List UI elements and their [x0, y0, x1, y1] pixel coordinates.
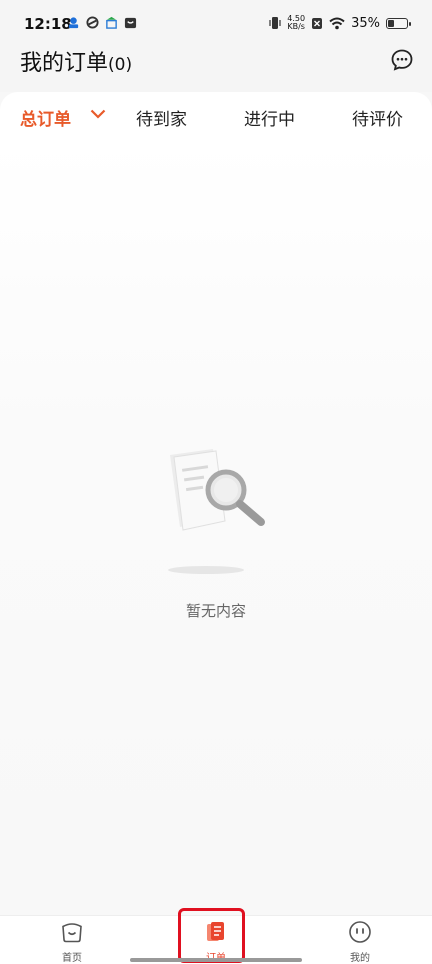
- sim-off-icon: [312, 17, 323, 29]
- bag-app-icon: [124, 17, 137, 29]
- battery-percent: 35%: [351, 15, 380, 31]
- page-title: 我的订单(0): [20, 45, 132, 77]
- page-header: 我的订单(0): [0, 40, 432, 92]
- order-tabs: 总订单 待到家 进行中 待评价: [0, 92, 432, 140]
- battery-level-fill: [388, 19, 394, 27]
- net-speed-unit: KB/s: [287, 22, 305, 31]
- chat-bubble-icon[interactable]: [390, 48, 414, 72]
- tab-all-orders[interactable]: 总订单: [20, 105, 71, 130]
- profile-face-icon: [349, 921, 371, 943]
- store-app-icon: [106, 16, 117, 29]
- status-system-icons: 4.50 KB/s 35%: [269, 15, 411, 31]
- orders-tab-highlight: [178, 908, 245, 963]
- nav-profile[interactable]: 我的: [330, 920, 390, 964]
- wifi-icon: [329, 17, 345, 29]
- document-search-icon: [168, 449, 265, 574]
- chevron-down-icon[interactable]: [90, 109, 106, 119]
- tab-in-progress[interactable]: 进行中: [244, 105, 295, 130]
- order-count: (0): [108, 55, 133, 75]
- sync-app-icon: [86, 16, 99, 29]
- tab-pending-delivery[interactable]: 待到家: [136, 105, 187, 130]
- vibrate-icon: [269, 17, 281, 29]
- page-title-text: 我的订单: [20, 51, 109, 76]
- home-bag-icon: [62, 923, 82, 943]
- nav-profile-label: 我的: [350, 953, 370, 964]
- tab-pending-review[interactable]: 待评价: [352, 105, 403, 130]
- home-indicator[interactable]: [130, 958, 302, 962]
- nav-home-label: 首页: [62, 953, 82, 964]
- notification-app-icon: [68, 17, 79, 29]
- status-time: 12:18: [24, 15, 72, 33]
- nav-home[interactable]: 首页: [42, 920, 102, 964]
- battery-icon: [386, 17, 411, 29]
- status-notification-icons: [67, 16, 137, 29]
- net-speed: 4.50 KB/s: [287, 15, 305, 31]
- empty-state-text: 暂无内容: [185, 602, 246, 620]
- order-list-area: 暂无内容: [0, 140, 432, 915]
